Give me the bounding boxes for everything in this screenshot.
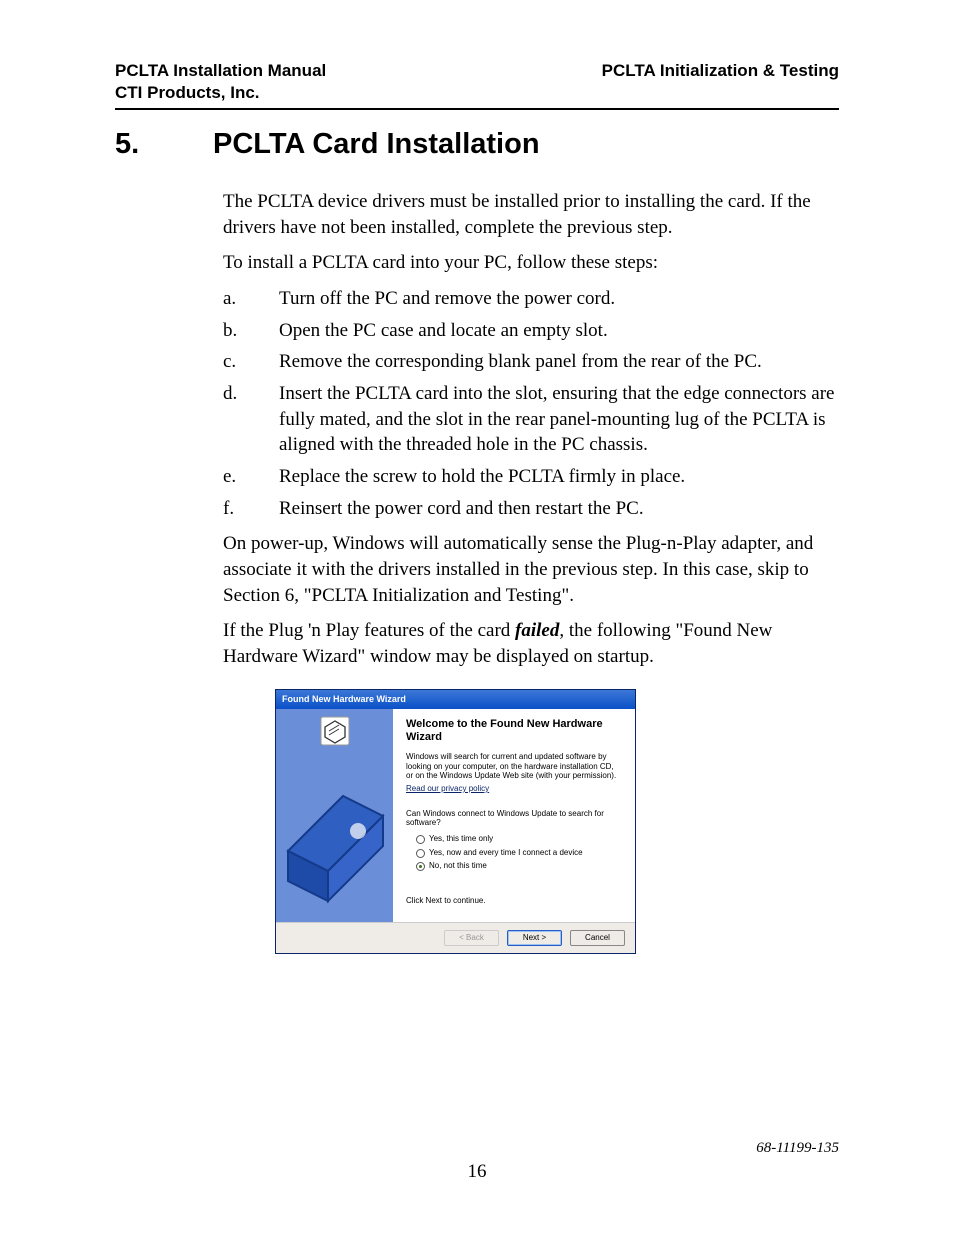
radio-icon <box>416 849 425 858</box>
wizard-next-button[interactable]: Next > <box>507 930 562 946</box>
header-left-line1: PCLTA Installation Manual <box>115 60 326 82</box>
post-para-1: On power-up, Windows will automatically … <box>223 531 839 608</box>
step-e: e.Replace the screw to hold the PCLTA fi… <box>223 464 839 490</box>
intro-para-1: The PCLTA device drivers must be install… <box>223 189 839 240</box>
header-right: PCLTA Initialization & Testing <box>602 60 839 104</box>
wizard-question: Can Windows connect to Windows Update to… <box>406 809 622 828</box>
wizard-side-svg <box>276 709 393 919</box>
intro-para-2: To install a PCLTA card into your PC, fo… <box>223 250 839 276</box>
footer-doc-id: 68-11199-135 <box>756 1140 839 1157</box>
wizard-titlebar: Found New Hardware Wizard <box>276 690 635 708</box>
step-d: d.Insert the PCLTA card into the slot, e… <box>223 381 839 458</box>
radio-icon <box>416 835 425 844</box>
wizard-desc: Windows will search for current and upda… <box>406 752 622 781</box>
header-left-line2: CTI Products, Inc. <box>115 82 326 104</box>
wizard-option-yes-always[interactable]: Yes, now and every time I connect a devi… <box>416 848 622 859</box>
wizard-title: Welcome to the Found New Hardware Wizard <box>406 718 622 746</box>
step-c: c.Remove the corresponding blank panel f… <box>223 349 839 375</box>
header-rule <box>115 108 839 110</box>
section-heading: 5.PCLTA Card Installation <box>115 128 839 161</box>
section-title: PCLTA Card Installation <box>213 128 540 160</box>
wizard-cancel-button[interactable]: Cancel <box>570 930 625 946</box>
wizard-side-graphic <box>276 709 393 923</box>
wizard-privacy-link[interactable]: Read our privacy policy <box>406 784 622 795</box>
section-number: 5. <box>115 128 213 161</box>
wizard-continue-text: Click Next to continue. <box>406 896 622 907</box>
step-a: a.Turn off the PC and remove the power c… <box>223 286 839 312</box>
step-b: b.Open the PC case and locate an empty s… <box>223 318 839 344</box>
post-para-2: If the Plug 'n Play features of the card… <box>223 618 839 669</box>
footer-page-number: 16 <box>0 1161 954 1183</box>
hardware-wizard-window: Found New Hardware Wizard <box>275 689 636 954</box>
wizard-option-no[interactable]: No, not this time <box>416 861 622 872</box>
failed-word: failed <box>515 620 559 641</box>
step-f: f.Reinsert the power cord and then resta… <box>223 496 839 522</box>
steps-list: a.Turn off the PC and remove the power c… <box>223 286 839 521</box>
wizard-back-button: < Back <box>444 930 499 946</box>
radio-icon-selected <box>416 862 425 871</box>
page-header: PCLTA Installation Manual CTI Products, … <box>115 60 839 104</box>
wizard-option-yes-once[interactable]: Yes, this time only <box>416 834 622 845</box>
